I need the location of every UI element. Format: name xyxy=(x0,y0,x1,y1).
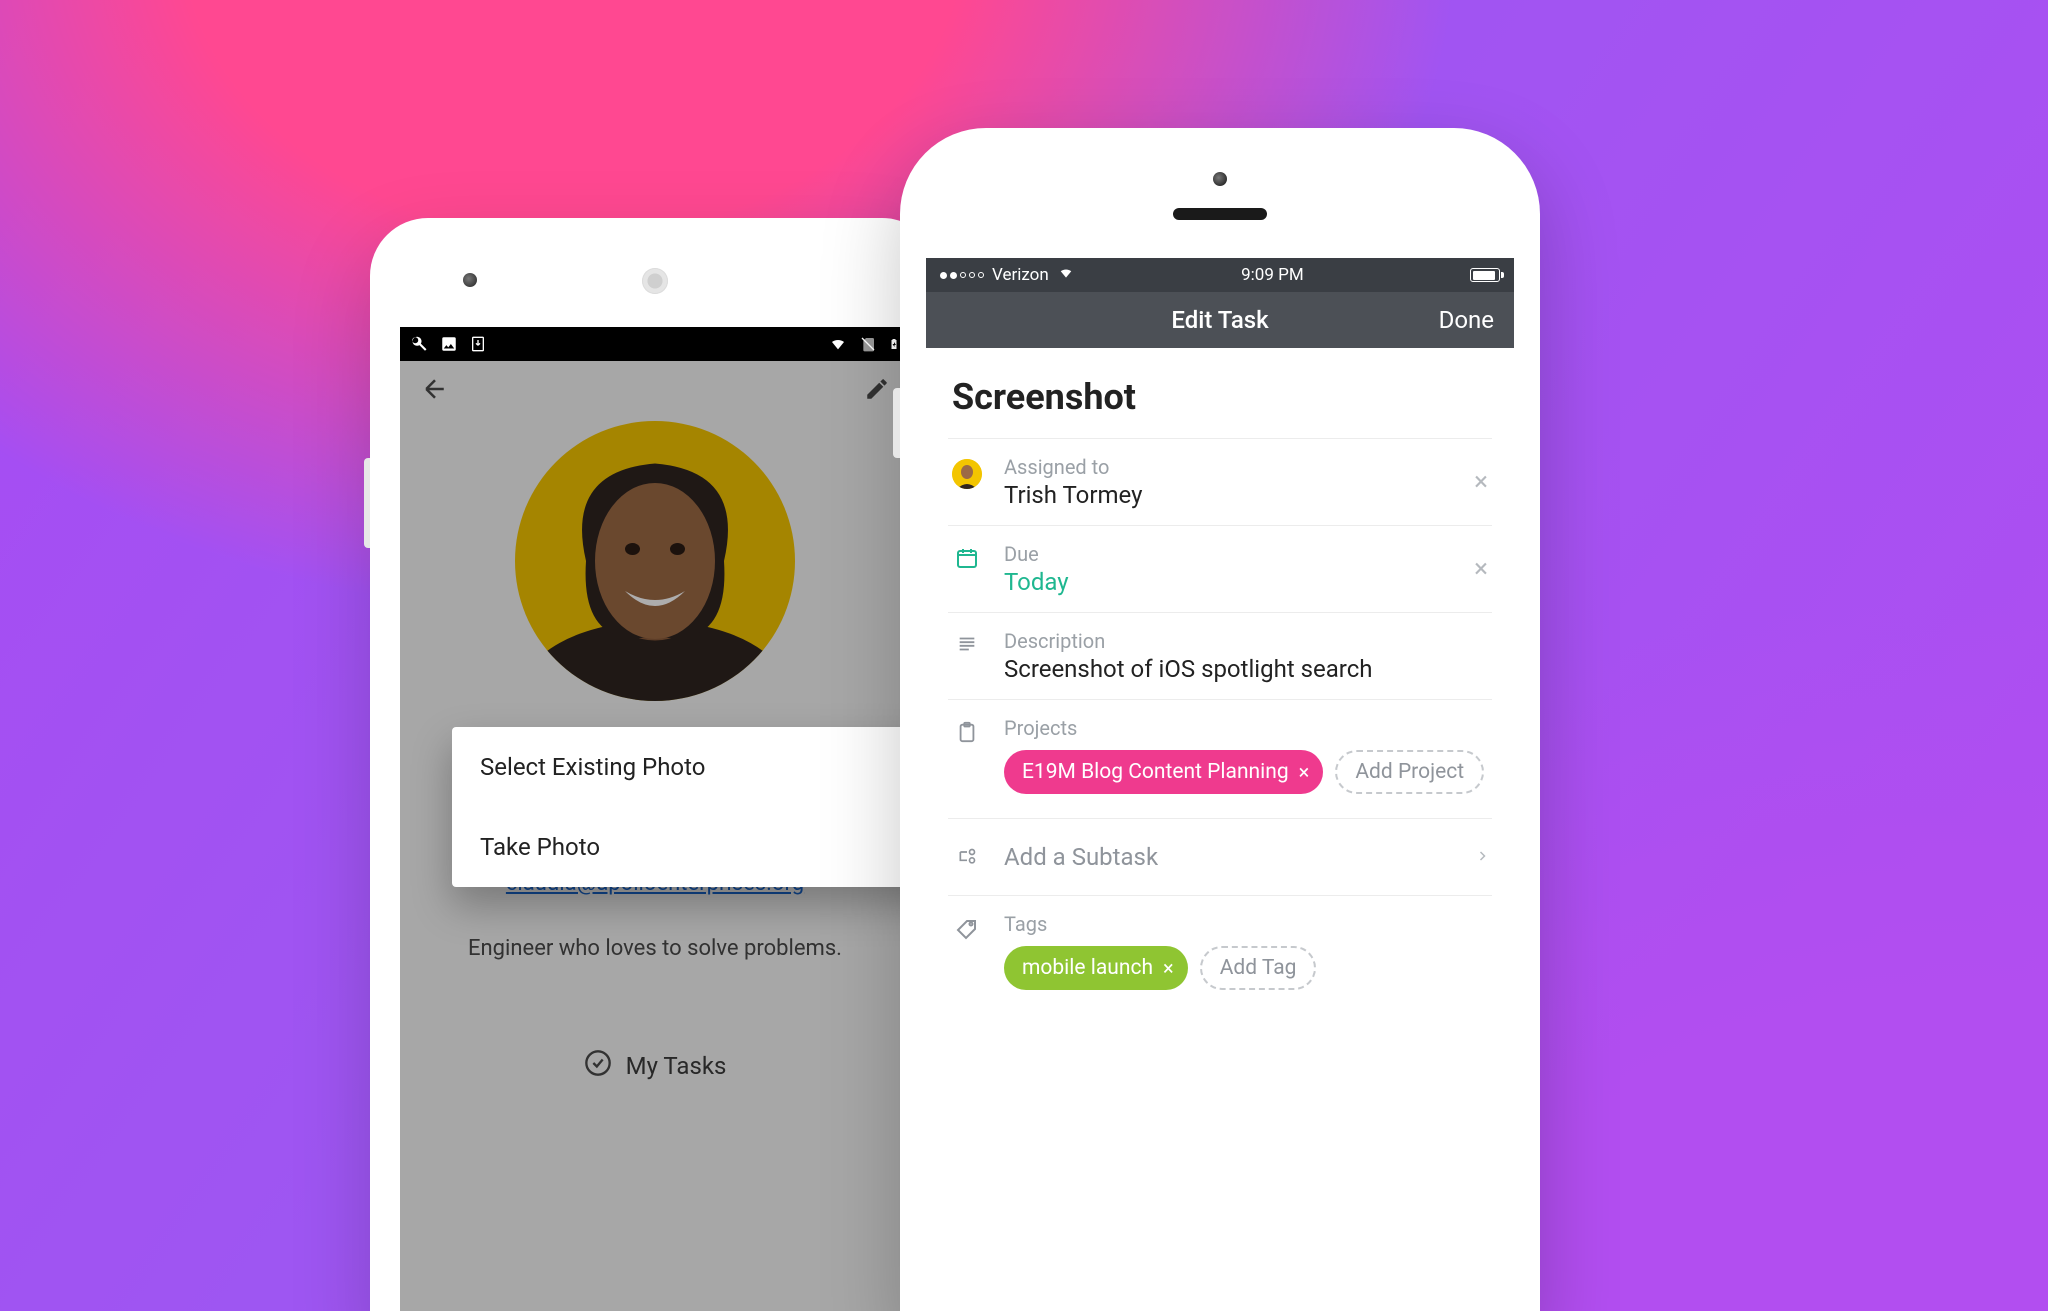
clear-due-date-button[interactable]: × xyxy=(1474,556,1488,582)
wifi-icon xyxy=(828,336,848,352)
remove-project-icon[interactable]: × xyxy=(1299,762,1310,782)
ios-earpiece xyxy=(1173,208,1267,220)
android-front-camera xyxy=(463,273,477,287)
nav-title: Edit Task xyxy=(1171,306,1268,334)
ios-status-bar: Verizon 9:09 PM xyxy=(926,258,1514,292)
description-field[interactable]: Description Screenshot of iOS spotlight … xyxy=(1004,629,1488,683)
assigned-to-value: Trish Tormey xyxy=(1004,481,1488,509)
chevron-right-icon xyxy=(1476,843,1488,871)
add-subtask-row[interactable]: Add a Subtask xyxy=(948,818,1492,895)
ios-screen: Verizon 9:09 PM Edit Task Done Screensho… xyxy=(926,258,1514,1311)
remove-tag-icon[interactable]: × xyxy=(1163,958,1174,978)
task-title[interactable]: Screenshot xyxy=(948,348,1492,438)
tags-label: Tags xyxy=(1004,912,1316,936)
clear-assignee-button[interactable]: × xyxy=(1474,469,1488,495)
ios-front-camera xyxy=(1213,172,1227,186)
my-tasks-row[interactable]: My Tasks xyxy=(556,1049,755,1083)
add-project-button[interactable]: Add Project xyxy=(1335,750,1484,794)
assignee-avatar[interactable] xyxy=(952,459,982,489)
tag-pill-label: mobile launch xyxy=(1022,956,1153,980)
android-screen: claudia@apolloenterprises.org Engineer w… xyxy=(400,327,910,1311)
signal-strength-icon xyxy=(940,272,984,279)
calendar-icon xyxy=(952,542,982,570)
marketing-stage: claudia@apolloenterprises.org Engineer w… xyxy=(0,0,2048,1311)
tags-field: Tags mobile launch × Add Tag xyxy=(1004,912,1316,990)
android-device-frame: claudia@apolloenterprises.org Engineer w… xyxy=(370,218,940,1311)
tag-icon xyxy=(952,912,982,990)
wrench-icon xyxy=(410,335,428,353)
carrier-label: Verizon xyxy=(992,265,1049,285)
done-button[interactable]: Done xyxy=(1439,306,1494,334)
wifi-icon xyxy=(1057,265,1075,285)
ios-nav-bar: Edit Task Done xyxy=(926,292,1514,348)
android-top-bar xyxy=(400,361,910,421)
profile-avatar[interactable] xyxy=(515,421,795,701)
add-subtask-label: Add a Subtask xyxy=(1004,843,1158,871)
ios-device-frame: Verizon 9:09 PM Edit Task Done Screensho… xyxy=(900,128,1540,1311)
android-power-button xyxy=(364,458,370,548)
description-label: Description xyxy=(1004,629,1488,653)
ios-mute-switch xyxy=(893,388,900,458)
due-date-value: Today xyxy=(1004,568,1488,596)
assigned-to-field[interactable]: Assigned to Trish Tormey xyxy=(1004,455,1488,509)
due-date-label: Due xyxy=(1004,542,1488,566)
profile-bio: Engineer who loves to solve problems. xyxy=(468,936,842,961)
projects-label: Projects xyxy=(1004,716,1488,740)
select-existing-photo-option[interactable]: Select Existing Photo xyxy=(452,727,910,807)
android-earpiece xyxy=(642,268,668,294)
android-status-bar xyxy=(400,327,910,361)
edit-pencil-icon[interactable] xyxy=(864,376,890,406)
battery-charging-icon xyxy=(888,335,900,353)
description-value: Screenshot of iOS spotlight search xyxy=(1004,655,1488,683)
description-icon xyxy=(952,629,982,655)
back-arrow-icon[interactable] xyxy=(420,374,450,408)
take-photo-option[interactable]: Take Photo xyxy=(452,807,910,887)
clock-label: 9:09 PM xyxy=(1241,265,1304,285)
photo-picker-menu: Select Existing Photo Take Photo xyxy=(452,727,910,887)
clipboard-icon xyxy=(952,716,982,744)
projects-field: Projects E19M Blog Content Planning × Ad… xyxy=(1004,716,1488,794)
assigned-to-label: Assigned to xyxy=(1004,455,1488,479)
image-icon xyxy=(440,335,458,353)
check-circle-icon xyxy=(584,1049,612,1083)
add-tag-button[interactable]: Add Tag xyxy=(1200,946,1317,990)
subtask-icon xyxy=(952,847,982,867)
battery-icon xyxy=(1470,268,1500,282)
download-icon xyxy=(470,335,486,353)
no-sim-icon xyxy=(860,335,876,353)
project-pill[interactable]: E19M Blog Content Planning × xyxy=(1004,750,1323,794)
tag-pill[interactable]: mobile launch × xyxy=(1004,946,1188,990)
due-date-field[interactable]: Due Today xyxy=(1004,542,1488,596)
project-pill-label: E19M Blog Content Planning xyxy=(1022,760,1289,784)
my-tasks-label: My Tasks xyxy=(626,1052,727,1080)
